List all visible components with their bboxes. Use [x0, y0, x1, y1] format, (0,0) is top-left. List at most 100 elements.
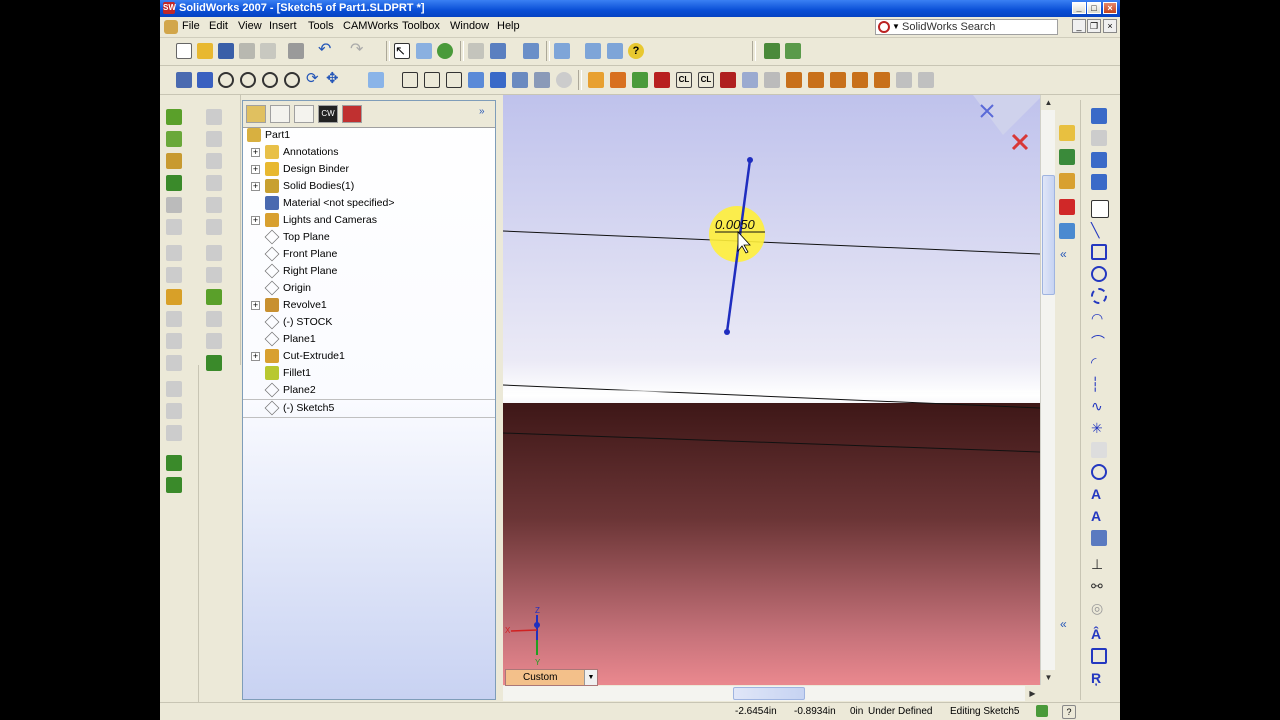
search-tab-icon[interactable]	[1059, 199, 1075, 215]
loft-icon[interactable]	[166, 175, 182, 191]
collapse-panel-icon[interactable]: »	[479, 106, 485, 117]
smart-dimension-icon[interactable]	[1091, 130, 1107, 146]
reference-geometry-icon[interactable]	[166, 455, 182, 471]
help-icon[interactable]: ?	[628, 43, 644, 59]
new-icon[interactable]	[176, 43, 192, 59]
ellipse-icon[interactable]	[1091, 464, 1107, 480]
camworks-ops-icon[interactable]	[632, 72, 648, 88]
camworks-mill3-icon[interactable]	[830, 72, 846, 88]
camworks-post-icon[interactable]	[720, 72, 736, 88]
section-view-icon[interactable]	[534, 72, 550, 88]
tab-property-manager[interactable]	[270, 105, 290, 123]
sketch-endpoint[interactable]	[747, 157, 753, 163]
close-button[interactable]: ×	[1103, 2, 1117, 14]
expand-task-pane-icon[interactable]: «	[1060, 247, 1067, 261]
expand-sketch-pane-icon[interactable]: «	[1060, 617, 1067, 631]
shadows-icon[interactable]	[512, 72, 528, 88]
tree-item[interactable]: (-) Sketch5	[243, 399, 495, 418]
fillet-tool-icon[interactable]	[166, 245, 182, 261]
expand-icon[interactable]: +	[251, 148, 260, 157]
panel-splitter[interactable]	[496, 95, 503, 701]
tree-item[interactable]: + Design Binder	[243, 161, 495, 178]
mirror-feature-icon[interactable]	[166, 425, 182, 441]
extrude-cut-icon[interactable]	[206, 109, 222, 125]
tree-item[interactable]: Plane1	[243, 331, 495, 348]
window-icon[interactable]	[554, 43, 570, 59]
3d-sketch-icon[interactable]	[1091, 152, 1107, 168]
draft-icon[interactable]	[166, 311, 182, 327]
offset-icon[interactable]: A	[1091, 508, 1107, 524]
tree-item[interactable]: Top Plane	[243, 229, 495, 246]
tab-configuration-manager[interactable]	[294, 105, 314, 123]
camworks-mill7-icon[interactable]	[918, 72, 934, 88]
flex-icon[interactable]	[206, 311, 222, 327]
scroll-down-icon[interactable]: ▼	[1041, 670, 1056, 685]
wrap-icon[interactable]	[206, 267, 222, 283]
swept-cut-icon[interactable]	[206, 153, 222, 169]
save-icon[interactable]	[218, 43, 234, 59]
doc-close-button[interactable]: ×	[1103, 19, 1117, 33]
line-icon[interactable]: ╲	[1091, 222, 1107, 238]
previous-view-icon[interactable]	[197, 72, 213, 88]
spline-icon[interactable]: ∿	[1091, 398, 1107, 414]
design-library-icon[interactable]	[1059, 149, 1075, 165]
printer-icon[interactable]	[288, 43, 304, 59]
view-orientation-combo[interactable]: Custom ▼	[505, 669, 598, 686]
select-icon[interactable]: ↖	[394, 43, 410, 59]
standard-views-icon[interactable]	[368, 72, 384, 88]
expand-icon[interactable]: +	[251, 182, 260, 191]
zoom-area-icon[interactable]	[240, 72, 256, 88]
cascade-icon[interactable]	[607, 43, 623, 59]
tree-item[interactable]: Part1	[243, 127, 495, 144]
expand-icon[interactable]: +	[251, 352, 260, 361]
camworks-list-icon[interactable]	[742, 72, 758, 88]
camworks-tools-icon[interactable]	[785, 43, 801, 59]
three-point-arc-icon[interactable]: ◜	[1091, 354, 1107, 370]
camworks-cl-icon[interactable]: CL	[676, 72, 692, 88]
undo-icon[interactable]: ↶	[318, 42, 334, 59]
zoom-selection-icon[interactable]	[284, 72, 300, 88]
tree-item[interactable]: + Lights and Cameras	[243, 212, 495, 229]
perimeter-circle-icon[interactable]	[1091, 288, 1107, 304]
file-properties-icon[interactable]	[468, 43, 484, 59]
camworks-mill4-icon[interactable]	[852, 72, 868, 88]
menu-view[interactable]: View	[238, 20, 262, 32]
deform-icon[interactable]	[206, 333, 222, 349]
trim-icon[interactable]	[1091, 530, 1107, 546]
camworks-mill2-icon[interactable]	[808, 72, 824, 88]
menu-edit[interactable]: Edit	[209, 20, 228, 32]
tree-item[interactable]: Fillet1	[243, 365, 495, 382]
tree-item[interactable]: (-) STOCK	[243, 314, 495, 331]
view-palette-icon[interactable]	[1059, 223, 1075, 239]
convert-entities-icon[interactable]: ◎	[1091, 600, 1107, 616]
view-orientation-icon[interactable]	[176, 72, 192, 88]
tile-icon[interactable]	[585, 43, 601, 59]
linear-pattern-icon[interactable]	[166, 381, 182, 397]
hole-icon[interactable]	[206, 197, 222, 213]
shell-icon[interactable]	[166, 289, 182, 305]
tree-item[interactable]: Front Plane	[243, 246, 495, 263]
maximize-button[interactable]: □	[1087, 2, 1101, 14]
tree-item[interactable]: Origin	[243, 280, 495, 297]
text-icon[interactable]: A	[1091, 486, 1107, 502]
menu-camworks[interactable]: CAMWorks	[343, 20, 398, 32]
open-icon[interactable]	[197, 43, 213, 59]
realview-icon[interactable]	[556, 72, 572, 88]
horizontal-scroll-thumb[interactable]	[733, 687, 805, 700]
rebuild-status-icon[interactable]	[1036, 705, 1048, 717]
tab-dimxpert[interactable]	[342, 105, 362, 123]
horizontal-scrollbar[interactable]: ▶	[503, 686, 1040, 701]
dome-icon[interactable]	[166, 355, 182, 371]
doc-minimize-button[interactable]: _	[1072, 19, 1086, 33]
zoom-to-fit-icon[interactable]	[218, 72, 234, 88]
chevron-down-icon[interactable]: ▼	[584, 670, 597, 685]
rapid-sketch-icon[interactable]	[1091, 174, 1107, 190]
tree-item[interactable]: Right Plane	[243, 263, 495, 280]
add-relation-icon[interactable]: ⊥	[1091, 556, 1107, 572]
help-status-icon[interactable]: ?	[1062, 705, 1076, 719]
boundary-icon[interactable]	[166, 197, 182, 213]
menu-file[interactable]: File	[182, 20, 200, 32]
rebuild-icon[interactable]	[437, 43, 453, 59]
extrude-boss-icon[interactable]	[166, 109, 182, 125]
point-icon[interactable]: ✳	[1091, 420, 1107, 436]
